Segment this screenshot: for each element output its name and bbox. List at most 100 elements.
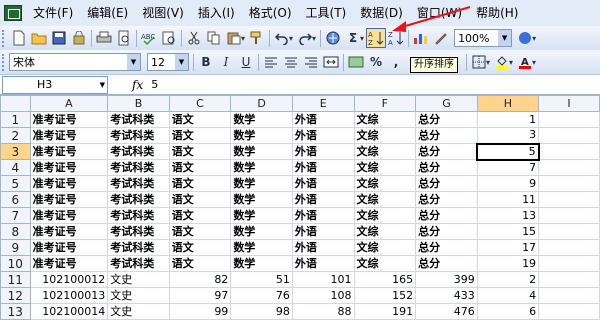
cell[interactable]: 准考证号 — [29, 239, 109, 256]
menu-help[interactable]: 帮助(H) — [469, 0, 525, 26]
cell[interactable]: 文史 — [107, 271, 170, 288]
cell[interactable]: 准考证号 — [29, 143, 109, 160]
cell[interactable]: 语文 — [168, 223, 232, 240]
cell[interactable]: 102100013 — [29, 287, 109, 304]
cell[interactable]: 考试科类 — [107, 239, 170, 256]
cell[interactable]: 文综 — [353, 223, 417, 240]
cell[interactable]: 外语 — [291, 175, 355, 192]
row-header[interactable]: 6 — [0, 191, 31, 208]
cell[interactable]: 准考证号 — [29, 159, 109, 176]
cell[interactable]: 76 — [230, 287, 293, 304]
borders-dropdown-arrow[interactable]: ▾ — [486, 58, 490, 67]
cell[interactable]: 总分 — [415, 239, 478, 256]
cell[interactable]: 总分 — [415, 127, 478, 144]
cell[interactable]: 总分 — [415, 143, 478, 160]
cell[interactable]: 数学 — [230, 143, 293, 160]
cell[interactable]: 准考证号 — [29, 191, 109, 208]
column-header[interactable]: A — [29, 95, 109, 112]
cell[interactable]: 语文 — [168, 239, 232, 256]
cell[interactable]: 101 — [291, 271, 355, 288]
cell[interactable] — [538, 175, 600, 192]
menu-insert[interactable]: 插入(I) — [191, 0, 242, 26]
column-header[interactable]: I — [538, 95, 600, 112]
save-icon[interactable] — [49, 28, 69, 48]
research-icon[interactable] — [159, 28, 179, 48]
cell[interactable]: 外语 — [291, 143, 355, 160]
cell[interactable]: 399 — [415, 271, 478, 288]
copy-icon[interactable] — [204, 28, 224, 48]
cell[interactable]: 总分 — [415, 223, 478, 240]
font-select[interactable]: 宋体 ▼ — [9, 53, 141, 71]
menu-view[interactable]: 视图(V) — [135, 0, 191, 26]
spelling-icon[interactable]: ABC — [139, 28, 159, 48]
permission-icon[interactable] — [69, 28, 89, 48]
cell[interactable]: 文综 — [353, 255, 417, 272]
row-header[interactable]: 10 — [0, 255, 31, 272]
cell[interactable]: 考试科类 — [107, 111, 170, 128]
cell[interactable]: 88 — [291, 303, 355, 320]
cell[interactable]: 外语 — [291, 127, 355, 144]
cell[interactable]: 9 — [476, 175, 540, 192]
cell[interactable]: 476 — [415, 303, 478, 320]
column-header[interactable]: C — [168, 95, 232, 112]
cell[interactable]: 总分 — [415, 191, 478, 208]
cell[interactable]: 外语 — [291, 207, 355, 224]
excel-app-icon[interactable] — [4, 5, 22, 21]
autosum-dropdown-arrow[interactable]: ▾ — [360, 34, 364, 43]
cell[interactable]: 外语 — [291, 255, 355, 272]
bold-button[interactable]: B — [196, 52, 216, 72]
cell[interactable]: 4 — [476, 287, 540, 304]
cell[interactable]: 文综 — [353, 175, 417, 192]
cell[interactable]: 文史 — [107, 303, 170, 320]
cell[interactable]: 51 — [230, 271, 293, 288]
row-header[interactable]: 5 — [0, 175, 31, 192]
select-all-corner[interactable] — [0, 95, 31, 112]
cell[interactable]: 13 — [476, 207, 540, 224]
menu-edit[interactable]: 编辑(E) — [80, 0, 135, 26]
cell[interactable]: 外语 — [291, 223, 355, 240]
italic-button[interactable]: I — [216, 52, 236, 72]
cell[interactable]: 语文 — [168, 127, 232, 144]
cell[interactable]: 6 — [476, 303, 540, 320]
cell[interactable]: 准考证号 — [29, 223, 109, 240]
cell[interactable]: 考试科类 — [107, 191, 170, 208]
cut-icon[interactable] — [184, 28, 204, 48]
cell[interactable]: 19 — [476, 255, 540, 272]
cell[interactable] — [538, 191, 600, 208]
align-right-icon[interactable] — [301, 52, 321, 72]
fill-color-dropdown-arrow[interactable]: ▾ — [509, 58, 513, 67]
cell[interactable]: 数学 — [230, 159, 293, 176]
column-header[interactable]: G — [415, 95, 478, 112]
cell[interactable] — [538, 159, 600, 176]
cell[interactable] — [538, 223, 600, 240]
row-header[interactable]: 8 — [0, 223, 31, 240]
row-header[interactable]: 12 — [0, 287, 31, 304]
cell[interactable]: 97 — [168, 287, 232, 304]
menu-tools[interactable]: 工具(T) — [299, 0, 354, 26]
cell[interactable]: 文综 — [353, 143, 417, 160]
hyperlink-icon[interactable] — [323, 28, 343, 48]
font-size-select[interactable]: 12 ▼ — [147, 53, 189, 71]
selected-cell[interactable]: 5 — [476, 142, 540, 161]
cell[interactable]: 433 — [415, 287, 478, 304]
row-header[interactable]: 7 — [0, 207, 31, 224]
column-header[interactable]: D — [230, 95, 293, 112]
cell[interactable]: 108 — [291, 287, 355, 304]
comma-button[interactable]: , — [386, 52, 406, 72]
cell[interactable]: 准考证号 — [29, 127, 109, 144]
column-header[interactable]: B — [107, 95, 170, 112]
toolbar-grip[interactable] — [2, 53, 6, 71]
row-header[interactable]: 11 — [0, 271, 31, 288]
cell[interactable]: 文综 — [353, 127, 417, 144]
cell[interactable]: 191 — [353, 303, 417, 320]
undo-dropdown-arrow[interactable]: ▾ — [289, 34, 293, 43]
redo-dropdown-arrow[interactable]: ▾ — [312, 34, 316, 43]
align-center-icon[interactable] — [281, 52, 301, 72]
cell[interactable]: 98 — [230, 303, 293, 320]
format-painter-icon[interactable] — [247, 28, 267, 48]
cell[interactable] — [538, 111, 600, 128]
font-color-dropdown-arrow[interactable]: ▾ — [532, 58, 536, 67]
cell[interactable]: 语文 — [168, 255, 232, 272]
open-folder-icon[interactable] — [29, 28, 49, 48]
cell[interactable]: 102100014 — [29, 303, 109, 320]
